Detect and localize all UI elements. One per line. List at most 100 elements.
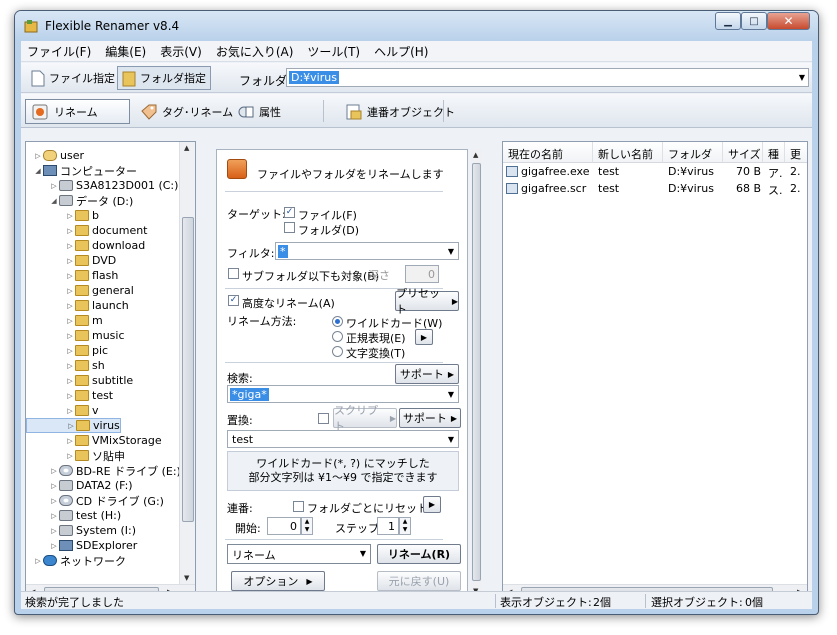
search-support-button[interactable]: サポート ▶ — [395, 364, 459, 384]
replace-combo[interactable]: test ▼ — [227, 430, 459, 448]
tree-item[interactable]: ▷ test — [26, 388, 113, 403]
tree-item[interactable]: ▷ sh — [26, 358, 104, 373]
mode-rename-button[interactable]: リネーム — [25, 99, 130, 124]
expand-toggle-icon[interactable]: ▷ — [66, 257, 74, 265]
expand-toggle-icon[interactable]: ▷ — [50, 467, 58, 475]
title-bar[interactable]: Flexible Renamer v8.4 ▁ □ ✕ — [15, 11, 818, 41]
chevron-down-icon[interactable]: ▼ — [448, 390, 454, 399]
tree-item[interactable]: ◢ コンピューター — [26, 163, 137, 178]
col-folder[interactable]: フォルダ — [663, 142, 723, 163]
tree-item[interactable]: ▷ test (H:) — [26, 508, 121, 523]
list-item[interactable]: gigafree.exe — [506, 165, 593, 181]
mode-tag-rename-button[interactable]: タグ･リネーム — [134, 99, 239, 124]
expand-toggle-icon[interactable]: ▷ — [66, 392, 74, 400]
expand-toggle-icon[interactable]: ▷ — [34, 152, 42, 160]
expand-toggle-icon[interactable]: ▷ — [50, 497, 58, 505]
tree-item[interactable]: ◢ データ (D:) — [26, 193, 133, 208]
chevron-down-icon[interactable]: ▼ — [448, 247, 454, 256]
expand-toggle-icon[interactable]: ▷ — [50, 512, 58, 520]
maximize-button[interactable]: □ — [741, 12, 767, 30]
scrollbar-thumb[interactable] — [182, 217, 194, 522]
tree-item[interactable]: ▷ flash — [26, 268, 118, 283]
start-input[interactable]: 0 — [267, 517, 301, 535]
folder-path-combo[interactable]: D:¥virus ▼ — [286, 68, 809, 87]
menu-favorites[interactable]: お気に入り(A) — [216, 43, 294, 60]
expand-toggle-icon[interactable]: ▷ — [66, 287, 74, 295]
tree-item[interactable]: ▷ b — [26, 208, 99, 223]
scrollbar-thumb[interactable] — [472, 163, 481, 581]
subfolder-checkbox[interactable] — [228, 268, 239, 279]
expand-toggle-icon[interactable]: ▷ — [66, 377, 74, 385]
menu-tools[interactable]: ツール(T) — [307, 43, 360, 60]
menu-file[interactable]: ファイル(F) — [27, 43, 91, 60]
expand-toggle-icon[interactable]: ▷ — [66, 272, 74, 280]
expand-toggle-icon[interactable]: ▷ — [66, 347, 74, 355]
tree-item[interactable]: ▷ DVD — [26, 253, 116, 268]
left-splitter[interactable] — [198, 141, 205, 601]
serial-reset-checkbox[interactable] — [293, 501, 304, 512]
col-size[interactable]: サイズ — [723, 142, 763, 163]
expand-toggle-icon[interactable]: ▷ — [34, 557, 42, 565]
expand-toggle-icon[interactable]: ▷ — [50, 527, 58, 535]
expand-toggle-icon[interactable]: ▷ — [66, 212, 74, 220]
mode-attributes-button[interactable]: 属性 — [231, 99, 287, 124]
tree-item[interactable]: ▷ SDExplorer — [26, 538, 137, 553]
menu-help[interactable]: ヘルプ(H) — [374, 43, 428, 60]
col-modified[interactable]: 更 — [785, 142, 807, 163]
menu-edit[interactable]: 編集(E) — [105, 43, 146, 60]
target-folder-checkbox[interactable] — [284, 222, 295, 233]
tree-item[interactable]: ▷ DATA2 (F:) — [26, 478, 132, 493]
preset-button[interactable]: プリセット ▶ — [395, 287, 459, 316]
tree-item[interactable]: ▷ general — [26, 283, 134, 298]
tree-item[interactable]: ▷ virus — [26, 418, 121, 433]
options-button[interactable]: オプション ▶ — [231, 571, 325, 591]
script-checkbox[interactable] — [318, 413, 329, 424]
regex-options-button[interactable]: ▶ — [415, 329, 433, 345]
menu-view[interactable]: 表示(V) — [160, 43, 202, 60]
expand-toggle-icon[interactable]: ▷ — [66, 362, 74, 370]
tree-item[interactable]: ▷ ネットワーク — [26, 553, 126, 568]
script-button[interactable]: スクリプト ▶ — [333, 404, 397, 433]
rename-button[interactable]: リネーム(R) — [377, 544, 461, 564]
serial-options-button[interactable]: ▶ — [423, 496, 441, 513]
tree-item[interactable]: ▷ music — [26, 328, 124, 343]
panel-vertical-scrollbar[interactable]: ▲ ▼ — [471, 149, 482, 597]
tree-item[interactable]: ▷ S3A8123D001 (C:) — [26, 178, 178, 193]
expand-toggle-icon[interactable]: ▷ — [50, 482, 58, 490]
expand-toggle-icon[interactable]: ▷ — [50, 182, 58, 190]
tree-item[interactable]: ▷ v — [26, 403, 98, 418]
expand-toggle-icon[interactable]: ▷ — [66, 302, 74, 310]
tree-item[interactable]: ▷ user — [26, 148, 84, 163]
scroll-down-icon[interactable]: ▼ — [184, 574, 189, 582]
advanced-checkbox[interactable]: ✓ — [228, 295, 239, 306]
expand-toggle-icon[interactable]: ▷ — [66, 332, 74, 340]
expand-toggle-icon[interactable]: ▷ — [66, 437, 74, 445]
expand-toggle-icon[interactable]: ▷ — [66, 452, 74, 460]
expand-toggle-icon[interactable]: ◢ — [34, 167, 42, 175]
chevron-down-icon[interactable]: ▼ — [799, 73, 805, 82]
right-splitter[interactable] — [491, 141, 498, 601]
scroll-up-icon[interactable]: ▲ — [473, 151, 478, 159]
tree-item[interactable]: ▷ ソ貼申 — [26, 448, 125, 463]
close-button[interactable]: ✕ — [767, 12, 810, 30]
tree-item[interactable]: ▷ subtitle — [26, 373, 133, 388]
action-select[interactable]: リネーム ▼ — [227, 544, 371, 564]
undo-button[interactable]: 元に戻す(U) — [377, 571, 461, 591]
minimize-button[interactable]: ▁ — [715, 12, 741, 30]
tree-item[interactable]: ▷ VMixStorage — [26, 433, 161, 448]
expand-toggle-icon[interactable]: ▷ — [50, 542, 58, 550]
tree-vertical-scrollbar[interactable]: ▲ ▼ — [179, 142, 195, 584]
chevron-down-icon[interactable]: ▼ — [360, 549, 366, 558]
tree-item[interactable]: ▷ System (I:) — [26, 523, 136, 538]
file-list[interactable]: 現在の名前 新しい名前 フォルダ サイズ 種 更 gigafree.exe te… — [502, 141, 808, 601]
expand-toggle-icon[interactable]: ▷ — [66, 227, 74, 235]
folder-tree[interactable]: ▷ user ◢ コンピューター ▷ S3A8123D001 (C:) ◢ データ (D:) ▷… — [25, 141, 196, 601]
expand-toggle-icon[interactable]: ▷ — [66, 407, 74, 415]
col-type[interactable]: 種 — [763, 142, 785, 163]
tree-item[interactable]: ▷ CD ドライブ (G:) — [26, 493, 164, 508]
filter-combo[interactable]: * ▼ — [275, 242, 459, 260]
scroll-up-icon[interactable]: ▲ — [184, 144, 189, 152]
expand-toggle-icon[interactable]: ▷ — [66, 317, 74, 325]
start-spinner[interactable]: ▲ ▼ — [301, 517, 313, 535]
method-wildcard-radio[interactable] — [332, 316, 343, 327]
